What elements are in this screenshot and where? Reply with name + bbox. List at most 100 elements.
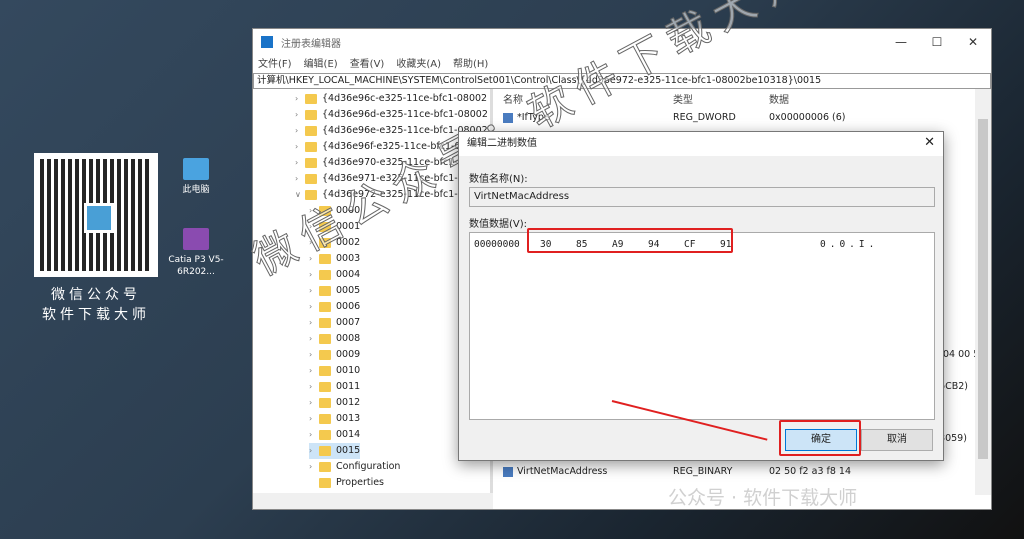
folder-icon xyxy=(319,238,331,248)
chevron-right-icon[interactable]: › xyxy=(309,347,319,363)
list-item[interactable]: *IfType xyxy=(503,110,550,126)
chevron-right-icon[interactable]: › xyxy=(309,459,319,475)
chevron-right-icon[interactable]: › xyxy=(309,219,319,235)
folder-icon xyxy=(305,174,317,184)
tree-item[interactable]: Properties xyxy=(309,475,384,491)
tree-item[interactable]: › 0012 xyxy=(309,395,360,411)
dialog-close-button[interactable]: ✕ xyxy=(924,135,935,150)
tree-item[interactable]: › 0005 xyxy=(309,283,360,299)
menu-help[interactable]: 帮助(H) xyxy=(453,55,488,71)
menu-view[interactable]: 查看(V) xyxy=(350,55,385,71)
tree-item[interactable]: › 0009 xyxy=(309,347,360,363)
chevron-right-icon[interactable]: › xyxy=(309,251,319,267)
registry-tree: › {4d36e96c-e325-11ce-bfc1-08002 › {4d36e96… xyxy=(253,89,493,495)
chevron-right-icon[interactable]: › xyxy=(295,139,305,155)
cancel-button[interactable]: 取消 xyxy=(861,429,933,451)
chevron-right-icon[interactable]: › xyxy=(309,443,319,459)
tree-item[interactable]: › Configuration xyxy=(309,459,400,475)
chevron-right-icon[interactable]: › xyxy=(295,107,305,123)
tree-item[interactable]: › 0007 xyxy=(309,315,360,331)
list-item[interactable]: VirtNetMacAddress xyxy=(503,464,607,480)
tree-item[interactable]: › {4d36e96c-e325-11ce-bfc1-08002 xyxy=(295,91,487,107)
chevron-right-icon[interactable]: › xyxy=(295,91,305,107)
minimize-button[interactable]: — xyxy=(883,29,919,55)
address-bar[interactable]: 计算机\HKEY_LOCAL_MACHINE\SYSTEM\ControlSet… xyxy=(253,73,991,89)
value-name-label: 数值名称(N): xyxy=(469,174,528,185)
chevron-right-icon[interactable]: › xyxy=(309,411,319,427)
tree-item-label: {4d36e971-e325-11ce-bfc1-0 xyxy=(322,173,464,184)
tree-item[interactable]: › 0000 xyxy=(309,203,360,219)
tree-item[interactable]: › {4d36e971-e325-11ce-bfc1-0 xyxy=(295,171,464,187)
tree-item-label: 0009 xyxy=(336,349,361,360)
close-button[interactable]: ✕ xyxy=(955,29,991,55)
chevron-down-icon[interactable]: ∨ xyxy=(295,187,305,203)
tree-item[interactable]: › 0004 xyxy=(309,267,360,283)
folder-icon xyxy=(305,142,317,152)
desktop-icon-catia[interactable]: Catia P3 V5-6R202... xyxy=(166,228,226,278)
chevron-right-icon[interactable]: › xyxy=(309,283,319,299)
chevron-right-icon[interactable]: › xyxy=(309,379,319,395)
tree-item[interactable]: › 0014 xyxy=(309,427,360,443)
tree-horizontal-scrollbar[interactable] xyxy=(253,493,493,509)
chevron-right-icon[interactable]: › xyxy=(295,171,305,187)
tree-item[interactable]: › 0001 xyxy=(309,219,360,235)
folder-icon xyxy=(319,478,331,488)
tree-item[interactable]: › 0011 xyxy=(309,379,360,395)
chevron-right-icon[interactable]: › xyxy=(309,203,319,219)
tree-item[interactable]: ∨ {4d36e972-e325-11ce-bfc1-0 xyxy=(295,187,464,203)
menu-file[interactable]: 文件(F) xyxy=(258,55,292,71)
tree-item[interactable]: › {4d36e970-e325-11ce-bfc1-08 xyxy=(295,155,470,171)
tree-item[interactable]: › {4d36e96f-e325-11ce-bfc1-08 xyxy=(295,139,467,155)
edit-binary-dialog: 编辑二进制数值 ✕ 数值名称(N): VirtNetMacAddress 数值数… xyxy=(458,131,944,461)
chevron-right-icon[interactable]: › xyxy=(309,299,319,315)
chevron-right-icon[interactable]: › xyxy=(309,315,319,331)
desktop-icon-this-pc[interactable]: 此电脑 xyxy=(166,158,226,196)
folder-icon xyxy=(305,110,317,120)
folder-icon xyxy=(305,190,317,200)
chevron-right-icon[interactable]: › xyxy=(309,267,319,283)
column-data[interactable]: 数据 xyxy=(769,91,789,106)
watermark-bottom: 公众号 · 软件下载大师 xyxy=(668,487,858,509)
list-vertical-scrollbar[interactable] xyxy=(975,89,991,495)
tree-item[interactable]: › 0003 xyxy=(309,251,360,267)
chevron-right-icon[interactable]: › xyxy=(309,331,319,347)
hex-editor[interactable]: 00000000 30 85 A9 94 CF 91 0.0.I. xyxy=(469,232,935,420)
folder-icon xyxy=(305,158,317,168)
tree-item[interactable]: › 0010 xyxy=(309,363,360,379)
folder-icon xyxy=(319,446,331,456)
scrollbar-thumb[interactable] xyxy=(978,119,988,459)
chevron-right-icon[interactable]: › xyxy=(309,427,319,443)
tree-item-label: 0002 xyxy=(336,237,361,248)
qr-caption: 软件下载大师 xyxy=(42,307,150,323)
value-data-label: 数值数据(V): xyxy=(469,219,528,230)
chevron-right-icon[interactable]: › xyxy=(295,155,305,171)
menu-bar: 文件(F) 编辑(E) 查看(V) 收藏夹(A) 帮助(H) xyxy=(253,55,991,71)
value-data: 04 00 5 xyxy=(943,349,980,360)
tree-item-label: 0013 xyxy=(336,413,361,424)
chevron-right-icon[interactable]: › xyxy=(309,363,319,379)
tree-item-label: {4d36e970-e325-11ce-bfc1-08 xyxy=(322,157,470,168)
tree-item-label: Configuration xyxy=(336,461,401,472)
tree-item[interactable]: › 0006 xyxy=(309,299,360,315)
chevron-right-icon[interactable]: › xyxy=(309,395,319,411)
menu-favorites[interactable]: 收藏夹(A) xyxy=(396,55,441,71)
tree-item[interactable]: › 0002 xyxy=(309,235,360,251)
maximize-button[interactable]: ☐ xyxy=(919,29,955,55)
tree-item[interactable]: › 0015 xyxy=(309,443,361,459)
chevron-right-icon[interactable]: › xyxy=(295,123,305,139)
menu-edit[interactable]: 编辑(E) xyxy=(304,55,338,71)
column-name[interactable]: 名称 xyxy=(503,91,523,106)
tree-item-label: 0014 xyxy=(336,429,361,440)
folder-icon xyxy=(305,126,317,136)
folder-icon xyxy=(319,318,331,328)
tree-item[interactable]: › 0008 xyxy=(309,331,360,347)
tree-item[interactable]: › {4d36e96d-e325-11ce-bfc1-08002 xyxy=(295,107,488,123)
folder-icon xyxy=(319,398,331,408)
value-name-field: VirtNetMacAddress xyxy=(469,187,935,207)
highlight-box xyxy=(527,228,733,253)
window-title: 注册表编辑器 xyxy=(281,38,341,50)
column-type[interactable]: 类型 xyxy=(673,91,693,106)
chevron-right-icon[interactable]: › xyxy=(309,235,319,251)
highlight-box xyxy=(779,420,861,456)
tree-item[interactable]: › 0013 xyxy=(309,411,360,427)
